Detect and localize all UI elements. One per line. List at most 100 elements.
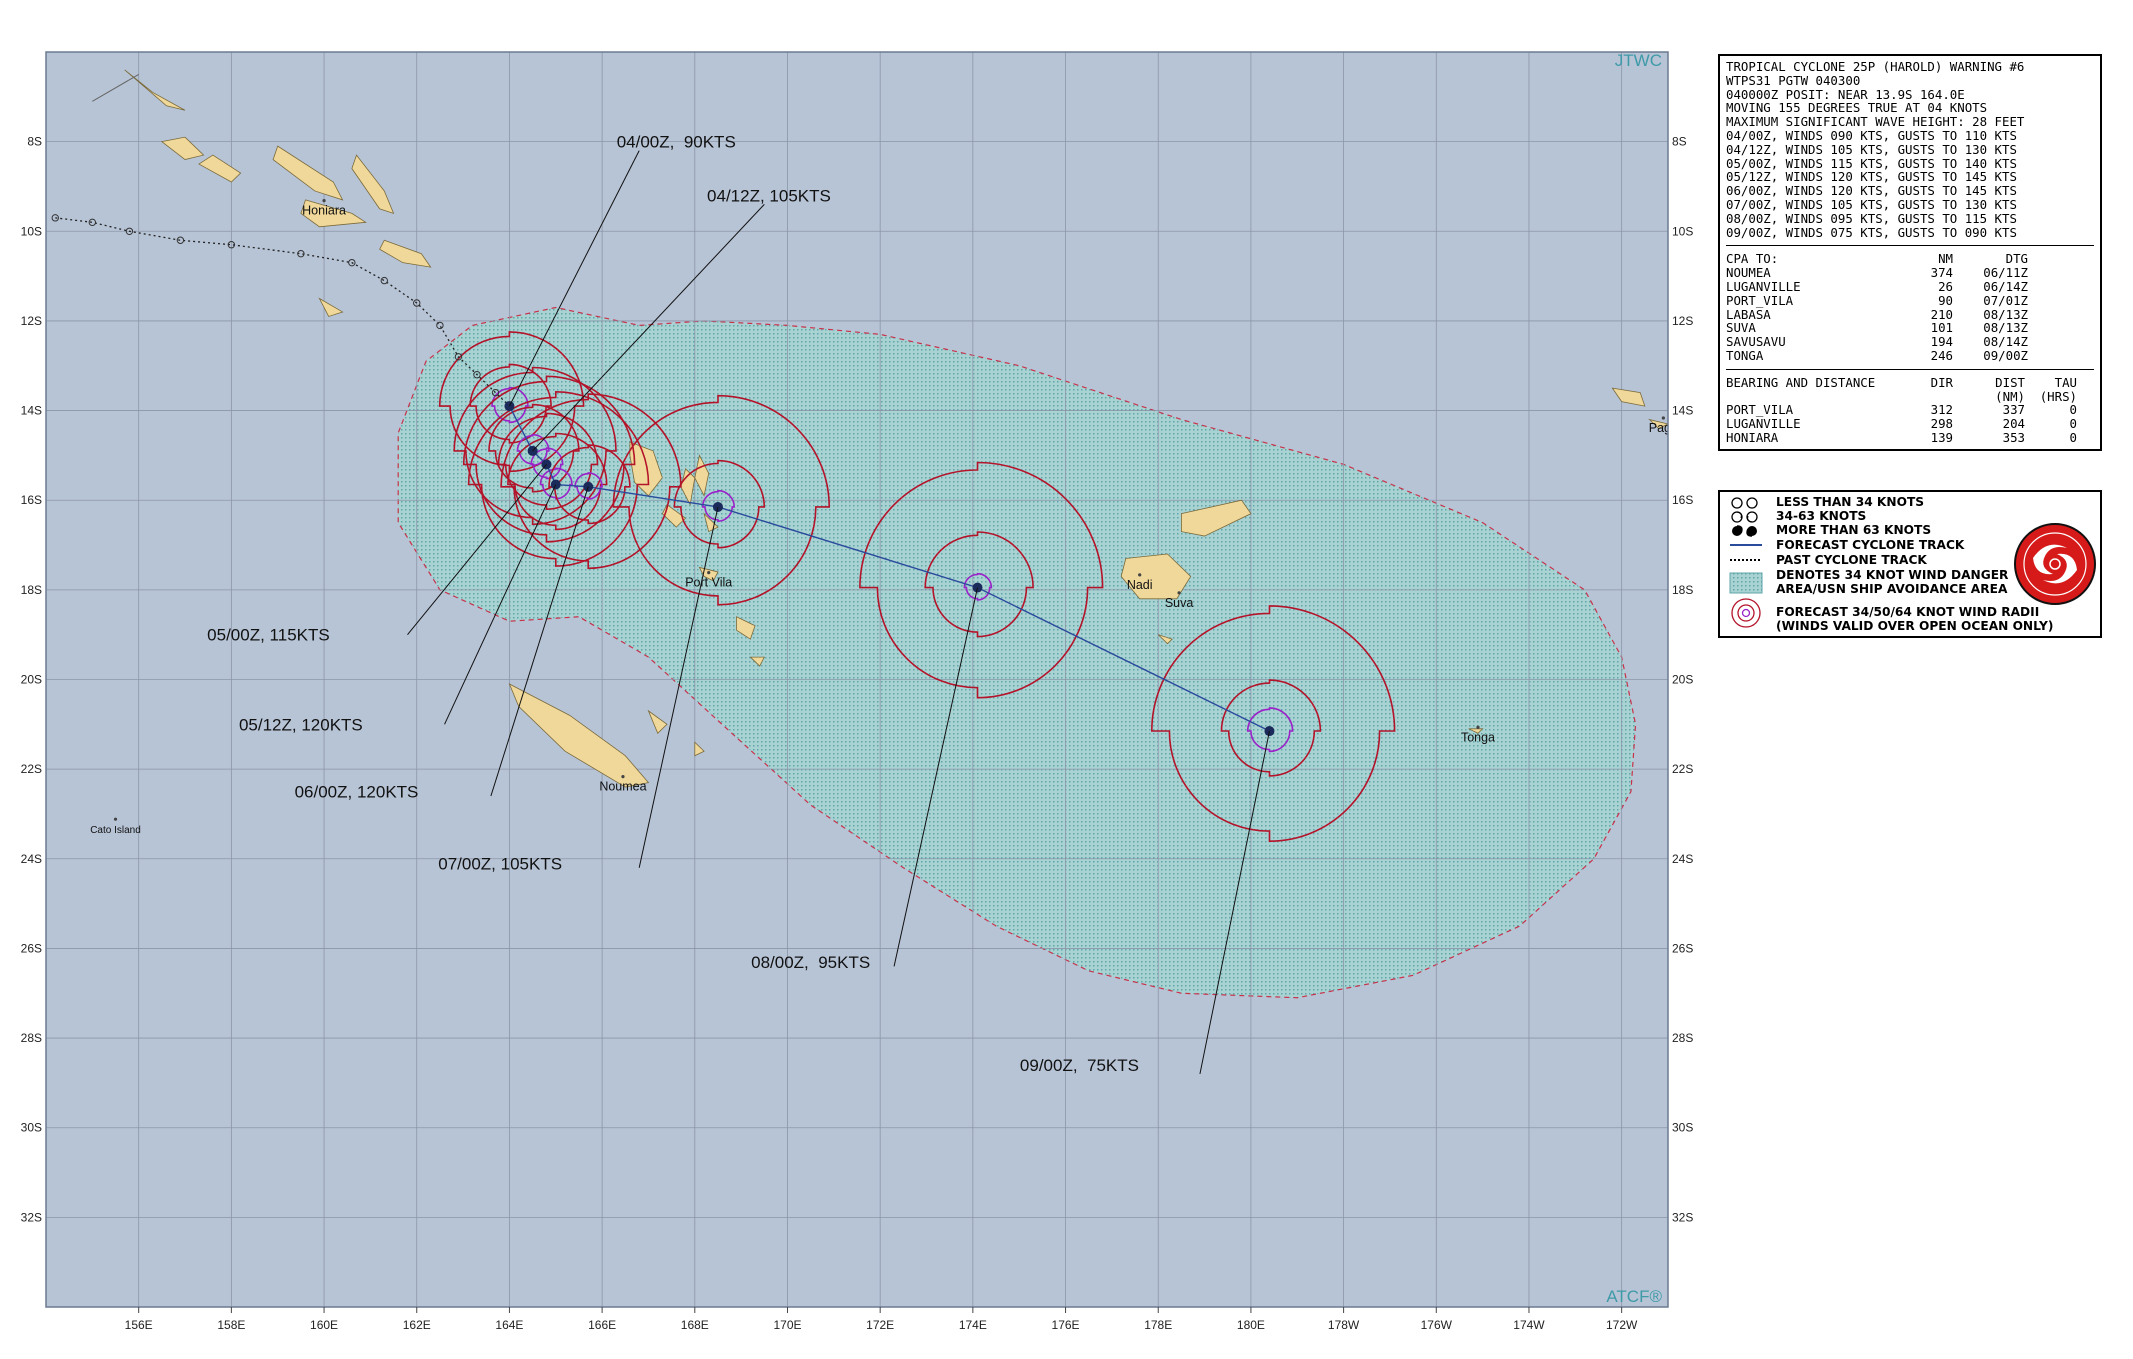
cpa-nm: 194: [1930, 334, 1953, 350]
legend-icons: [1729, 497, 1763, 628]
bearing-tau: 0: [2069, 416, 2077, 432]
place-label: Port Vila: [685, 576, 732, 590]
legend-item: 34-63 KNOTS: [1776, 509, 1867, 523]
cpa-dtg: 08/13Z: [1983, 320, 2028, 336]
lat-tick-label: 16S: [21, 493, 42, 507]
cpa-dtg: 08/13Z: [1983, 306, 2028, 322]
bearing-title: BEARING AND DISTANCE: [1726, 374, 1876, 390]
cpa-dtg: 06/11Z: [1983, 265, 2028, 281]
forecast-callout-label: 08/00Z, 95KTS: [751, 953, 870, 972]
place-marker: [322, 199, 326, 203]
lat-tick-label: 10S: [1672, 224, 1693, 238]
lon-tick-label: 176E: [1052, 1318, 1080, 1332]
bearing-col-tau-unit: (HRS): [2039, 388, 2077, 404]
forecast-callout-label: 04/12Z, 105KTS: [707, 186, 831, 205]
lon-tick-label: 174W: [1513, 1318, 1545, 1332]
lat-tick-label: 8S: [1672, 135, 1687, 149]
warning-line: MOVING 155 DEGREES TRUE AT 04 KNOTS: [1726, 100, 1988, 116]
bearing-col-tau: TAU: [2054, 374, 2077, 390]
lat-tick-label: 24S: [21, 852, 42, 866]
lon-tick-label: 164E: [495, 1318, 523, 1332]
bearing-dir: 312: [1930, 402, 1953, 418]
lon-tick-label: 176W: [1421, 1318, 1453, 1332]
warning-line: 04/12Z, WINDS 105 KTS, GUSTS TO 130 KTS: [1726, 141, 2017, 157]
warning-line: MAXIMUM SIGNIFICANT WAVE HEIGHT: 28 FEET: [1726, 114, 2025, 130]
bearing-col-dir: DIR: [1930, 374, 1953, 390]
lon-tick-label: 168E: [681, 1318, 709, 1332]
place-marker: [707, 571, 711, 575]
lat-tick-label: 22S: [21, 762, 42, 776]
forecast-callout-label: 06/00Z, 120KTS: [295, 783, 419, 802]
bearing-dist: 337: [2002, 402, 2025, 418]
lat-tick-label: 18S: [1672, 583, 1693, 597]
warning-line: 08/00Z, WINDS 095 KTS, GUSTS TO 115 KTS: [1726, 210, 2017, 226]
place-label: Noumea: [599, 780, 646, 794]
bearing-tau: 0: [2069, 429, 2077, 445]
cpa-place: SUVA: [1726, 320, 1756, 336]
34-63-knots-icon: [1731, 511, 1758, 523]
legend-item: FORECAST 34/50/64 KNOT WIND RADII: [1776, 605, 2040, 619]
danger-area-icon: [1729, 572, 1763, 594]
lat-tick-label: 28S: [21, 1031, 42, 1045]
warning-line: 040000Z POSIT: NEAR 13.9S 164.0E: [1726, 86, 1965, 102]
legend-item: LESS THAN 34 KNOTS: [1776, 495, 1925, 509]
lon-tick-label: 172E: [866, 1318, 894, 1332]
cpa-col-dtg: DTG: [2005, 251, 2028, 267]
lat-tick-label: 32S: [1672, 1210, 1693, 1224]
forecast-callout-label: 04/00Z, 90KTS: [617, 133, 736, 152]
warning-line: 07/00Z, WINDS 105 KTS, GUSTS TO 130 KTS: [1726, 196, 2017, 212]
lat-tick-label: 18S: [21, 583, 42, 597]
lat-tick-label: 26S: [1672, 941, 1693, 955]
lon-tick-label: 160E: [310, 1318, 338, 1332]
place-marker: [1476, 725, 1480, 729]
lon-tick-label: 156E: [125, 1318, 153, 1332]
forecast-callout-label: 05/00Z, 115KTS: [207, 626, 330, 645]
cpa-place: NOUMEA: [1726, 265, 1771, 281]
cpa-dtg: 07/01Z: [1983, 292, 2028, 308]
panel-divider: [1726, 368, 2094, 370]
cpa-dtg: 06/14Z: [1983, 278, 2028, 294]
bearing-dir: 139: [1930, 429, 1953, 445]
cpa-row: SAVUSAVU 194 08/14Z: [1726, 335, 2094, 349]
lon-tick-label: 162E: [403, 1318, 431, 1332]
legend-item: MORE THAN 63 KNOTS: [1776, 523, 1932, 537]
bearing-place: LUGANVILLE: [1726, 416, 1801, 432]
bearing-dist: 353: [2002, 429, 2025, 445]
more-than-63-icon: [1732, 525, 1757, 537]
warning-line: 09/00Z, WINDS 075 KTS, GUSTS TO 090 KTS: [1726, 224, 2017, 240]
forecast-callout-label: 05/12Z, 120KTS: [239, 715, 363, 734]
cpa-place: SAVUSAVU: [1726, 334, 1786, 350]
cpa-row: PORT_VILA 90 07/01Z: [1726, 292, 2094, 308]
place-marker: [1177, 591, 1181, 595]
lon-tick-label: 170E: [773, 1318, 801, 1332]
cpa-nm: 101: [1930, 320, 1953, 336]
bearing-section: BEARING AND DISTANCE DIR DIST TAU (NM) (HRS)…: [1726, 374, 2094, 445]
lat-tick-label: 20S: [1672, 673, 1693, 687]
lat-tick-label: 28S: [1672, 1031, 1693, 1045]
cpa-row: SUVA 101 08/13Z: [1726, 321, 2094, 335]
warning-line: 06/00Z, WINDS 120 KTS, GUSTS TO 145 KTS: [1726, 183, 2017, 199]
cpa-nm: 210: [1930, 306, 1953, 322]
legend-item: AREA/USN SHIP AVOIDANCE AREA: [1776, 582, 2008, 596]
cpa-dtg: 09/00Z: [1983, 347, 2028, 363]
place-marker: [1661, 416, 1665, 420]
lat-tick-label: 30S: [1672, 1121, 1693, 1135]
place-marker: [621, 774, 625, 779]
cpa-row: TONGA 246 09/00Z: [1726, 349, 2094, 363]
cpa-dtg: 08/14Z: [1983, 334, 2028, 350]
place-marker: [1138, 573, 1142, 577]
warning-line: 04/00Z, WINDS 090 KTS, GUSTS TO 110 KTS: [1726, 127, 2017, 143]
lon-tick-label: 178E: [1144, 1318, 1172, 1332]
forecast-callout-label: 09/00Z, 75KTS: [1020, 1056, 1139, 1075]
cpa-place: PORT_VILA: [1726, 292, 1794, 308]
lon-tick-label: 166E: [588, 1318, 616, 1332]
map-legend: LESS THAN 34 KNOTS 34-63 KNOTS MORE THAN 6…: [1718, 490, 2102, 638]
place-marker: [113, 817, 118, 821]
cpa-row: NOUMEA 374 06/11Z: [1726, 266, 2094, 280]
legend-item: PAST CYCLONE TRACK: [1776, 553, 1927, 567]
lon-tick-label: 172W: [1606, 1318, 1638, 1332]
cpa-col-nm: NM: [1938, 251, 1953, 267]
cpa-place: LUGANVILLE: [1726, 278, 1801, 294]
lon-tick-label: 180E: [1237, 1318, 1265, 1332]
lat-tick-label: 14S: [21, 404, 42, 418]
